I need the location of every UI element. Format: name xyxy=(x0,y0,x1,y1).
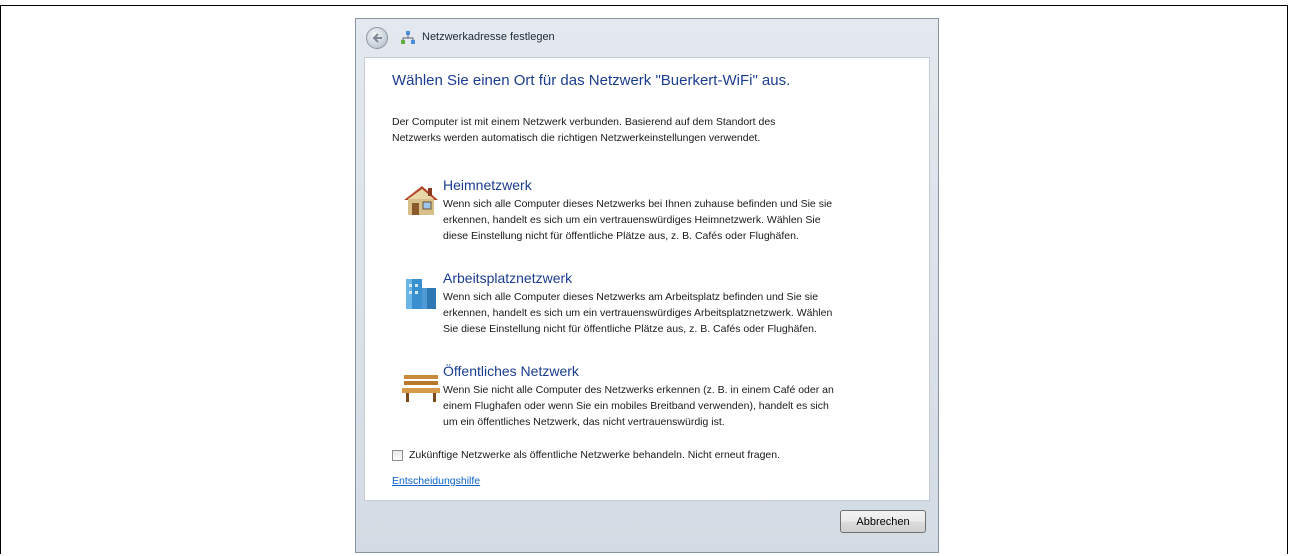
option-title: Öffentliches Netzwerk xyxy=(443,363,579,379)
description-line: Sie diese Einstellung nicht für öffentli… xyxy=(443,323,817,335)
park-bench-icon xyxy=(402,375,440,402)
office-building-icon xyxy=(406,279,436,309)
option-description: Wenn sich alle Computer dieses Netzwerks… xyxy=(443,196,905,244)
option-title: Heimnetzwerk xyxy=(443,177,532,193)
intro-line: Netzwerks werden automatisch die richtig… xyxy=(392,132,761,144)
option-title: Arbeitsplatznetzwerk xyxy=(443,270,573,286)
future-networks-checkbox[interactable] xyxy=(392,450,403,461)
title-bar: Netzwerkadresse festlegen xyxy=(356,19,938,59)
cancel-button[interactable]: Abbrechen xyxy=(840,510,926,533)
description-line: Wenn sich alle Computer dieses Netzwerks… xyxy=(443,198,833,210)
checkbox-label[interactable]: Zukünftige Netzwerke als öffentliche Net… xyxy=(409,449,780,461)
description-line: erkennen, handelt es sich um ein vertrau… xyxy=(443,214,821,226)
back-button[interactable] xyxy=(366,27,388,49)
description-line: Wenn sich alle Computer dieses Netzwerks… xyxy=(443,291,819,303)
description-line: diese Einstellung nicht für öffentliche … xyxy=(443,230,799,242)
network-icon xyxy=(401,31,415,44)
dialog-window: Netzwerkadresse festlegen Wählen Sie ein… xyxy=(355,18,939,553)
description-line: einem Flughafen oder wenn Sie ein mobile… xyxy=(443,400,829,412)
description-line: Wenn Sie nicht alle Computer des Netzwer… xyxy=(443,384,834,396)
intro-text: Der Computer ist mit einem Netzwerk verb… xyxy=(392,114,872,146)
page-heading: Wählen Sie einen Ort für das Netzwerk "B… xyxy=(392,72,791,89)
description-line: erkennen, handelt es sich um ein vertrau… xyxy=(443,307,833,319)
decision-help-link[interactable]: Entscheidungshilfe xyxy=(392,475,480,487)
content-panel: Wählen Sie einen Ort für das Netzwerk "B… xyxy=(364,57,930,501)
option-description: Wenn sich alle Computer dieses Netzwerks… xyxy=(443,289,905,337)
window-title: Netzwerkadresse festlegen xyxy=(422,31,555,43)
house-icon xyxy=(404,186,438,215)
description-line: um ein öffentliches Netzwerk, das nicht … xyxy=(443,416,725,428)
option-description: Wenn Sie nicht alle Computer des Netzwer… xyxy=(443,382,905,430)
back-arrow-icon xyxy=(372,33,382,43)
intro-line: Der Computer ist mit einem Netzwerk verb… xyxy=(392,116,776,128)
